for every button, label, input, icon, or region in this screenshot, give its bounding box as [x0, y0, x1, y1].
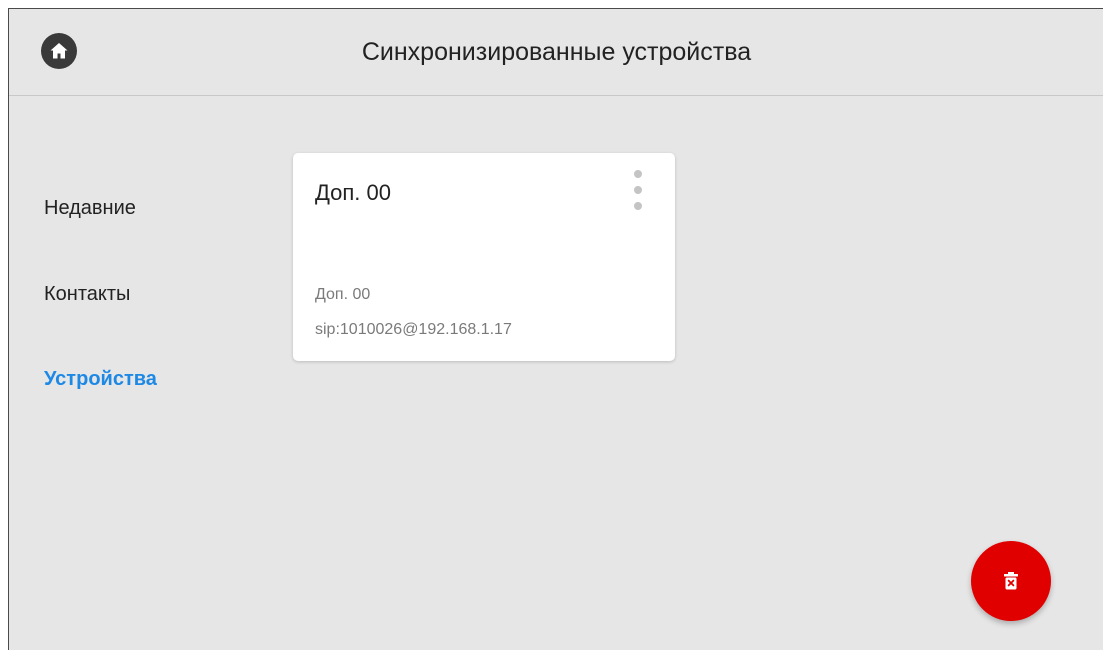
- menu-dot: [634, 186, 642, 194]
- nav-item-contacts[interactable]: Контакты: [44, 283, 130, 306]
- page-title: Синхронизированные устройства: [361, 38, 752, 66]
- home-icon: [50, 43, 68, 59]
- device-card[interactable]: Доп. 00 Доп. 00 sip:1010026@192.168.1.17: [293, 153, 675, 361]
- header-bar: Синхронизированные устройства: [9, 9, 1103, 96]
- home-button[interactable]: [41, 33, 77, 69]
- delete-button[interactable]: [971, 541, 1051, 621]
- delete-icon: [1004, 572, 1018, 590]
- nav-item-recent[interactable]: Недавние: [44, 197, 136, 220]
- menu-dot: [634, 170, 642, 178]
- nav-item-devices[interactable]: Устройства: [44, 368, 157, 391]
- app-frame: Синхронизированные устройства Недавние К…: [8, 8, 1103, 650]
- device-card-name: Доп. 00: [315, 286, 371, 303]
- device-card-address: sip:1010026@192.168.1.17: [315, 321, 512, 338]
- more-vertical-icon[interactable]: [631, 170, 645, 210]
- device-card-title: Доп. 00: [315, 180, 391, 205]
- menu-dot: [634, 202, 642, 210]
